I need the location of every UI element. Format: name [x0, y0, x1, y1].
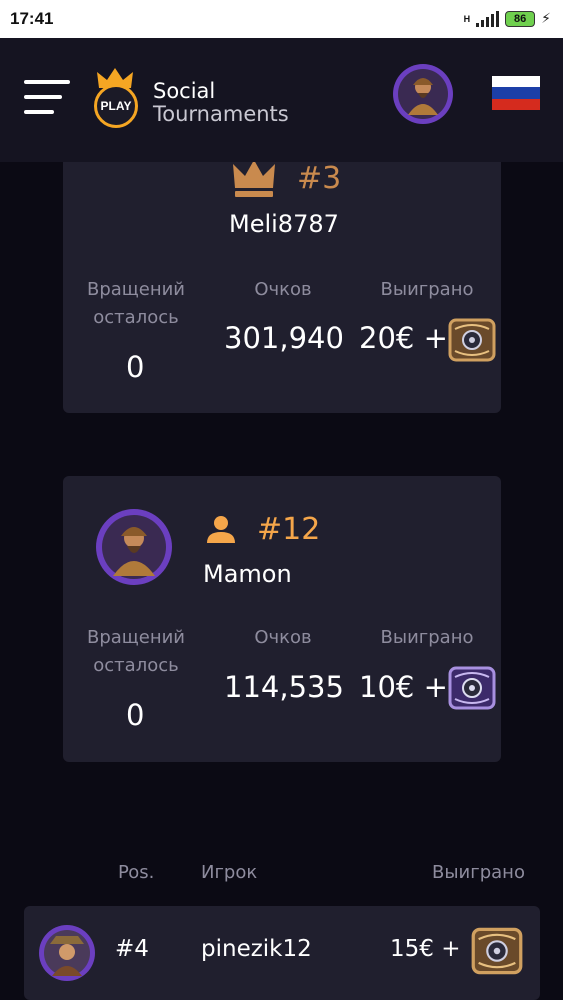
- logo-text: PLAY: [100, 99, 132, 113]
- signal-icon: [476, 11, 500, 27]
- language-flag-ru-icon[interactable]: [492, 76, 540, 110]
- points-value: 114,535: [224, 670, 344, 704]
- won-value: 20€ +: [359, 321, 448, 355]
- won-value: 10€ +: [359, 670, 448, 704]
- user-icon: [207, 515, 235, 543]
- spins-label-line-2: осталось: [93, 655, 179, 676]
- column-header-pos: Pos.: [118, 862, 155, 883]
- player-name: Mamon: [203, 560, 292, 588]
- menu-icon[interactable]: [24, 80, 70, 114]
- brand-title: Social Tournaments: [153, 80, 289, 126]
- charging-icon: ⚡: [541, 11, 551, 27]
- spins-label-line-1: Вращений: [87, 279, 185, 300]
- status-time: 17:41: [10, 9, 54, 28]
- column-header-player: Игрок: [201, 862, 258, 883]
- my-player-card: #12 Mamon Вращений осталось 0 Очков 114,…: [63, 476, 501, 762]
- leaderboard-row[interactable]: #4 pinezik12 15€ +: [24, 906, 540, 1000]
- status-icons: H 86 ⚡: [464, 11, 551, 27]
- battery-level: 86: [514, 13, 527, 25]
- rank-number: #3: [297, 160, 342, 196]
- row-position: #4: [115, 936, 149, 962]
- user-avatar[interactable]: [392, 63, 454, 125]
- points-label: Очков: [254, 627, 312, 648]
- brand-line-2: Tournaments: [153, 102, 289, 126]
- lootbox-bronze-icon: [448, 318, 496, 362]
- lootbox-bronze-icon: [471, 927, 523, 975]
- crown-icon: [233, 160, 275, 197]
- spins-value: 0: [126, 698, 145, 732]
- won-label: Выиграно: [380, 627, 474, 648]
- spins-label: Вращений осталось: [83, 624, 189, 680]
- spins-label-line-1: Вращений: [87, 627, 185, 648]
- rank-row: #12: [205, 512, 320, 547]
- player-name: Meli8787: [229, 210, 339, 238]
- points-label: Очков: [254, 279, 312, 300]
- player-avatar: [39, 925, 95, 981]
- player-avatar: [96, 509, 172, 585]
- spins-value: 0: [126, 350, 145, 384]
- top-player-card: #3 Meli8787 Вращений осталось 0 Очков 30…: [63, 140, 501, 413]
- row-won-value: 15€ +: [390, 936, 461, 962]
- brand-line-1: Social: [153, 79, 216, 103]
- lootbox-purple-icon: [448, 666, 496, 710]
- rank-number: #12: [257, 512, 321, 547]
- won-label: Выиграно: [380, 279, 474, 300]
- row-player-name: pinezik12: [201, 936, 312, 962]
- column-header-won: Выиграно: [432, 862, 525, 883]
- spins-label: Вращений осталось: [83, 276, 189, 332]
- pragmatic-play-logo: PLAY: [94, 84, 138, 128]
- points-value: 301,940: [224, 321, 344, 355]
- rank-row: #3: [231, 158, 341, 198]
- battery-icon: 86: [505, 11, 536, 27]
- network-type-label: H: [463, 14, 471, 24]
- app-header: PLAY Social Tournaments: [0, 38, 563, 162]
- status-bar: 17:41 H 86 ⚡: [0, 0, 563, 38]
- spins-label-line-2: осталось: [93, 307, 179, 328]
